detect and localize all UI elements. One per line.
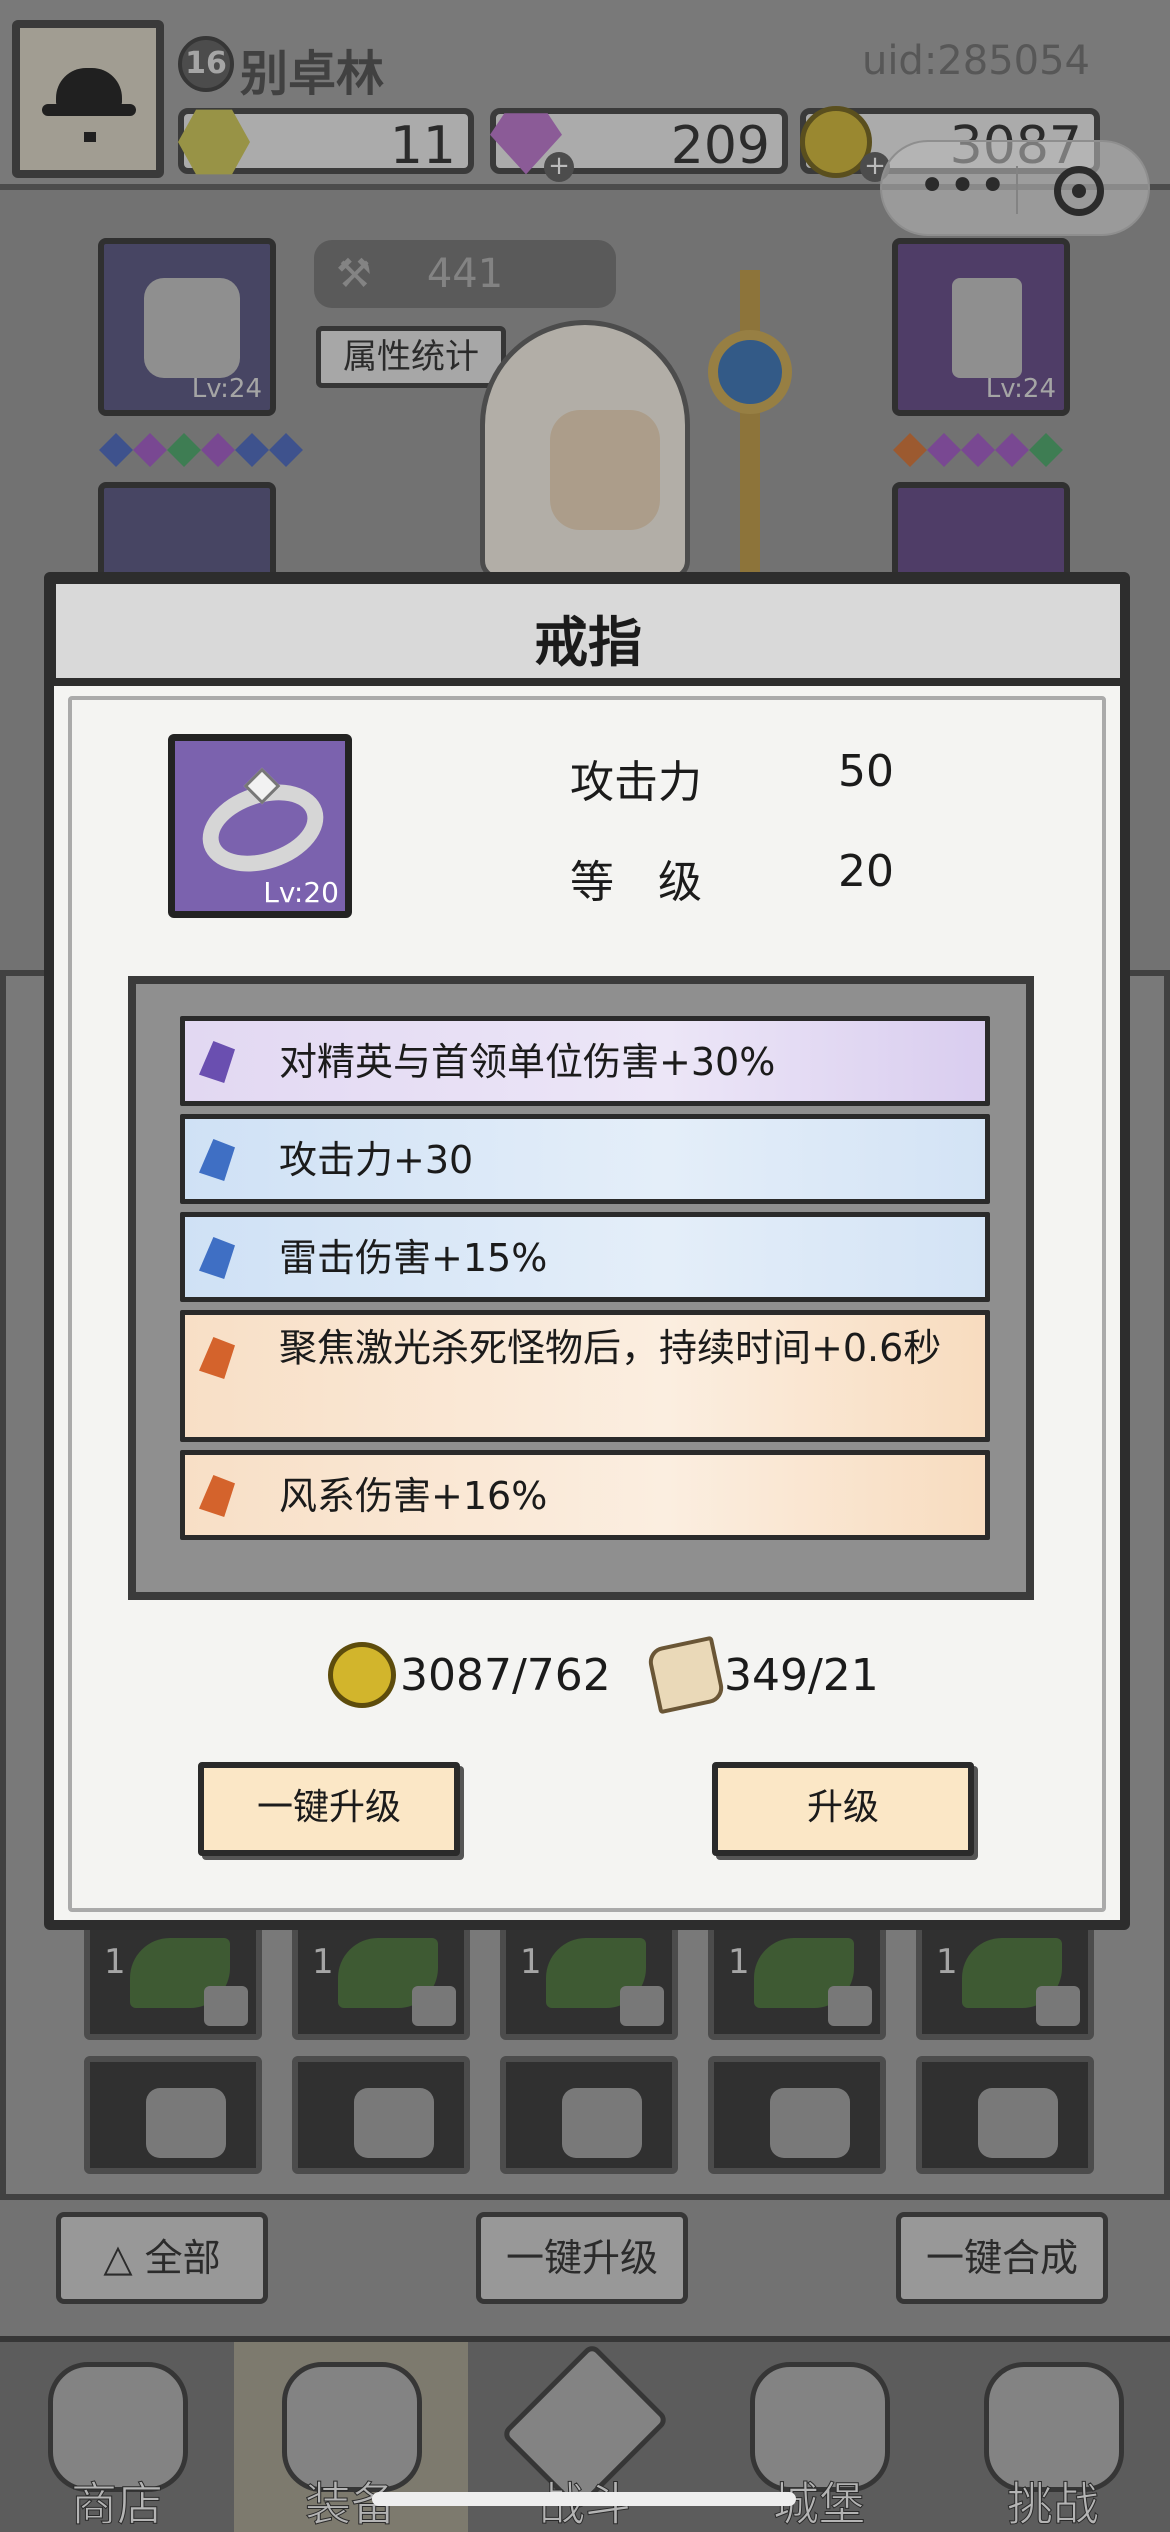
affix-text: 对精英与首领单位伤害+30% [279,1040,776,1084]
stat-value: 20 [838,846,894,897]
affix-text: 风系伤害+16% [279,1474,548,1518]
home-indicator[interactable] [372,2492,796,2506]
coin-cost-value: 3087/762 [400,1650,611,1701]
affix-row: 攻击力+30 [180,1114,990,1204]
orange-gem-icon [199,1337,235,1379]
blue-gem-icon [199,1139,235,1181]
stat-value: 50 [838,746,894,797]
coin-cost: 3087/762 [328,1640,618,1710]
modal-title: 戒指 [534,611,642,674]
affix-text: 攻击力+30 [279,1138,474,1182]
orange-gem-icon [199,1475,235,1517]
purple-gem-icon [199,1041,235,1083]
affix-row: 风系伤害+16% [180,1450,990,1540]
scroll-cost: 349/21 [645,1635,912,1715]
stat-label: 等 级 [570,857,702,908]
scroll-icon [645,1635,727,1715]
blue-gem-icon [199,1237,235,1279]
affix-row: 聚焦激光杀死怪物后，持续时间+0.6秒 [180,1310,990,1442]
coin-icon [328,1642,396,1708]
modal-title-bar: 戒指 [50,578,1126,686]
one-click-upgrade-button[interactable]: 一键升级 [198,1762,460,1856]
affix-list: 对精英与首领单位伤害+30% 攻击力+30 雷击伤害+15% 聚焦激光杀死怪物后… [128,976,1034,1600]
upgrade-button[interactable]: 升级 [712,1762,974,1856]
stat-label: 攻击力 [570,757,702,808]
affix-text: 聚焦激光杀死怪物后，持续时间+0.6秒 [279,1326,942,1370]
affix-row: 对精英与首领单位伤害+30% [180,1016,990,1106]
ring-level-label: Lv:20 [263,876,339,909]
scroll-cost-value: 349/21 [724,1650,879,1701]
ring-detail-modal: 戒指 Lv:20 攻击力 50 等 级 20 对精英与首领单位伤害+30% 攻击… [44,572,1130,1930]
ring-item-icon: Lv:20 [168,734,352,918]
affix-row: 雷击伤害+15% [180,1212,990,1302]
affix-text: 雷击伤害+15% [279,1236,548,1280]
